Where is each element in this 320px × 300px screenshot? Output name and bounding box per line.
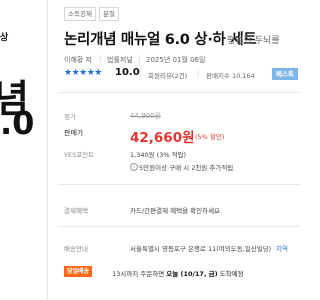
delivery-estimate-prefix: 13시까지 주문하면 [112,270,165,278]
payment-benefit-link[interactable]: 카드/간편결제 혜택을 확인하세요 [130,205,220,215]
sales-index: 판매지수 10,164 [206,72,255,80]
delivery-estimate-suffix: 도착예정 [219,270,244,278]
meta-divider: | [99,55,102,63]
discount-rate: (5% 할인) [195,133,225,141]
tag-tax-deduction: 소득공제 [64,7,96,21]
divider [58,184,300,185]
review-count-link[interactable]: 회원리뷰(2건) [148,70,187,80]
delivery-date: 오늘 (10/17, 금) [166,270,218,278]
cover-edition-text: .0 [0,104,35,142]
divider [58,226,300,227]
author-link[interactable]: 이해황 저 [64,55,92,65]
meta-divider: | [138,55,141,63]
list-price-label: 정가 [64,113,76,121]
cover-volume-label: 상 [0,33,9,43]
tag-split-binding: 분철 [99,7,119,21]
sale-price-label: 판매가 [64,129,84,137]
payment-label: 결제혜택 [64,207,88,215]
rating-stars-icon: ★★★★★ [64,68,102,78]
shipping-label: 배송안내 [64,245,88,253]
rating-value: 10.0 [115,67,140,78]
divider [58,92,300,93]
bestseller-badge[interactable]: 베스트 [272,68,298,80]
list-price: 44,900원 [130,112,161,120]
points-label: YES포인트 [64,151,95,159]
info-icon[interactable]: i [130,163,138,171]
sale-price: 42,660원 [130,130,195,146]
points-note: 5만원이상 구매 시 2천원 추가적립 [139,164,234,172]
delivery-estimate: 13시까지 주문하면 오늘 (10/17, 금) 도착예정 [112,268,244,278]
publisher-link[interactable]: 법률저널 [107,55,133,65]
change-region-link[interactable]: 지역 [276,243,288,253]
product-subtitle: 평범한 두뇌를 [227,36,280,46]
publish-date: 2025년 01월 06일 [146,56,206,64]
same-day-delivery-badge: 당일배송 [64,266,93,277]
meta-divider: | [139,69,142,77]
book-cover-image[interactable]: 념 .0 상 [0,0,48,300]
shipping-address: 서울특별시 영등포구 은행로 11(여의도동,일신빌딩) [130,245,272,253]
meta-divider: | [197,69,200,77]
points-value: 1,340원 (3% 적립) [130,151,187,159]
